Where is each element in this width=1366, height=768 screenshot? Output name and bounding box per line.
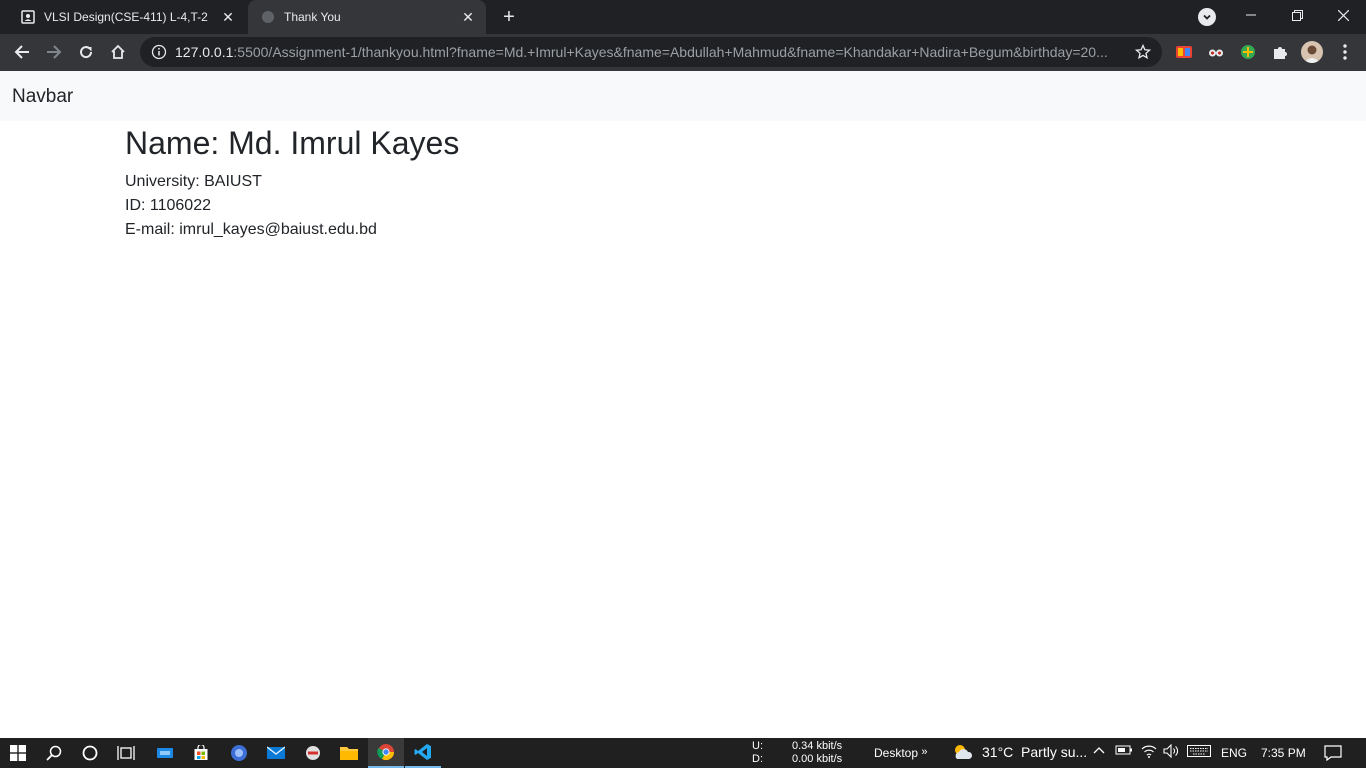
app-icon[interactable]	[147, 738, 183, 768]
navbar-brand[interactable]: Navbar	[12, 86, 73, 108]
keyboard-icon[interactable]	[1187, 744, 1211, 761]
chrome-taskbar-icon[interactable]	[368, 738, 404, 768]
language-indicator[interactable]: ENG	[1221, 746, 1247, 760]
navbar: Navbar	[0, 71, 1366, 121]
game-app-icon[interactable]	[295, 738, 331, 768]
windows-start-icon[interactable]	[0, 738, 36, 768]
weather-text: 31°C Partly su...	[982, 744, 1088, 760]
extension-icon[interactable]	[1175, 43, 1193, 61]
net-up-value: 0.34 kbit/s	[792, 740, 843, 752]
battery-icon[interactable]	[1115, 744, 1133, 759]
net-values: 0.34 kbit/s 0.00 kbit/s	[792, 740, 842, 766]
net-down-label: D:	[752, 753, 763, 765]
tab-vlsi-design[interactable]: VLSI Design(CSE-411) L-4,T-2 ✕	[8, 0, 246, 34]
reload-icon[interactable]	[72, 38, 100, 66]
notifications-icon[interactable]	[1324, 745, 1342, 764]
browser-tab-strip: VLSI Design(CSE-411) L-4,T-2 ✕ Thank You…	[0, 0, 1366, 34]
extensions-puzzle-icon[interactable]	[1271, 43, 1289, 61]
cortana-icon[interactable]	[72, 738, 108, 768]
tab-search-icon[interactable]	[1198, 8, 1216, 26]
volume-icon[interactable]	[1163, 743, 1181, 761]
profile-avatar-icon[interactable]	[1301, 41, 1323, 63]
name-heading: Name: Md. Imrul Kayes	[125, 125, 460, 161]
mail-icon[interactable]	[258, 738, 294, 768]
show-hidden-icons-icon[interactable]	[1093, 744, 1105, 759]
site-info-icon[interactable]	[151, 44, 167, 60]
url-host: 127.0.0.1	[175, 44, 234, 60]
extension-icon[interactable]	[1207, 43, 1225, 61]
file-explorer-icon[interactable]	[331, 738, 367, 768]
browser-toolbar: 127.0.0.1:5500/Assignment-1/thankyou.htm…	[0, 34, 1366, 71]
globe-icon	[260, 9, 276, 25]
extension-icon[interactable]	[1239, 43, 1257, 61]
desktop-toolbar[interactable]: Desktop »	[874, 746, 928, 760]
net-up-label: U:	[752, 740, 763, 752]
forward-icon[interactable]	[40, 38, 68, 66]
id-text: ID: 1106022	[125, 197, 211, 215]
new-tab-button[interactable]: +	[496, 5, 522, 29]
close-tab-icon[interactable]: ✕	[218, 7, 238, 27]
task-view-icon[interactable]	[108, 738, 144, 768]
email-text: E-mail: imrul_kayes@baiust.edu.bd	[125, 221, 377, 239]
chevron-double-right-icon: »	[921, 746, 928, 758]
desktop-label: Desktop	[874, 746, 919, 760]
tab-title: Thank You	[284, 10, 341, 24]
classroom-icon	[20, 9, 36, 25]
vscode-icon[interactable]	[405, 738, 441, 768]
net-down-value: 0.00 kbit/s	[792, 753, 843, 765]
windows-taskbar: U: D: 0.34 kbit/s 0.00 kbit/s Desktop » …	[0, 738, 1366, 768]
close-tab-icon[interactable]: ✕	[458, 7, 478, 27]
partly-sunny-icon	[952, 742, 974, 762]
wifi-icon[interactable]	[1141, 744, 1157, 761]
bookmark-star-icon[interactable]	[1133, 42, 1153, 62]
home-icon[interactable]	[104, 38, 132, 66]
store-icon[interactable]	[183, 738, 219, 768]
search-icon[interactable]	[36, 738, 72, 768]
url-path: :5500/Assignment-1/thankyou.html?fname=M…	[233, 44, 1108, 60]
tab-thank-you[interactable]: Thank You ✕	[248, 0, 486, 34]
back-icon[interactable]	[8, 38, 36, 66]
menu-kebab-icon[interactable]	[1336, 43, 1354, 61]
university-text: University: BAIUST	[125, 173, 262, 191]
net-labels: U: D:	[752, 740, 763, 766]
close-window-icon[interactable]	[1320, 0, 1366, 30]
address-bar[interactable]: 127.0.0.1:5500/Assignment-1/thankyou.htm…	[140, 37, 1162, 67]
weather-widget[interactable]: 31°C Partly su...	[952, 742, 1087, 762]
restore-icon[interactable]	[1274, 0, 1320, 30]
clock[interactable]: 7:35 PM	[1261, 746, 1306, 760]
url-text: 127.0.0.1:5500/Assignment-1/thankyou.htm…	[175, 44, 1127, 60]
main-content: Name: Md. Imrul Kayes University: BAIUST…	[125, 121, 459, 242]
app-circle-icon[interactable]	[221, 738, 257, 768]
tab-title: VLSI Design(CSE-411) L-4,T-2	[44, 10, 208, 24]
minimize-icon[interactable]	[1228, 0, 1274, 30]
